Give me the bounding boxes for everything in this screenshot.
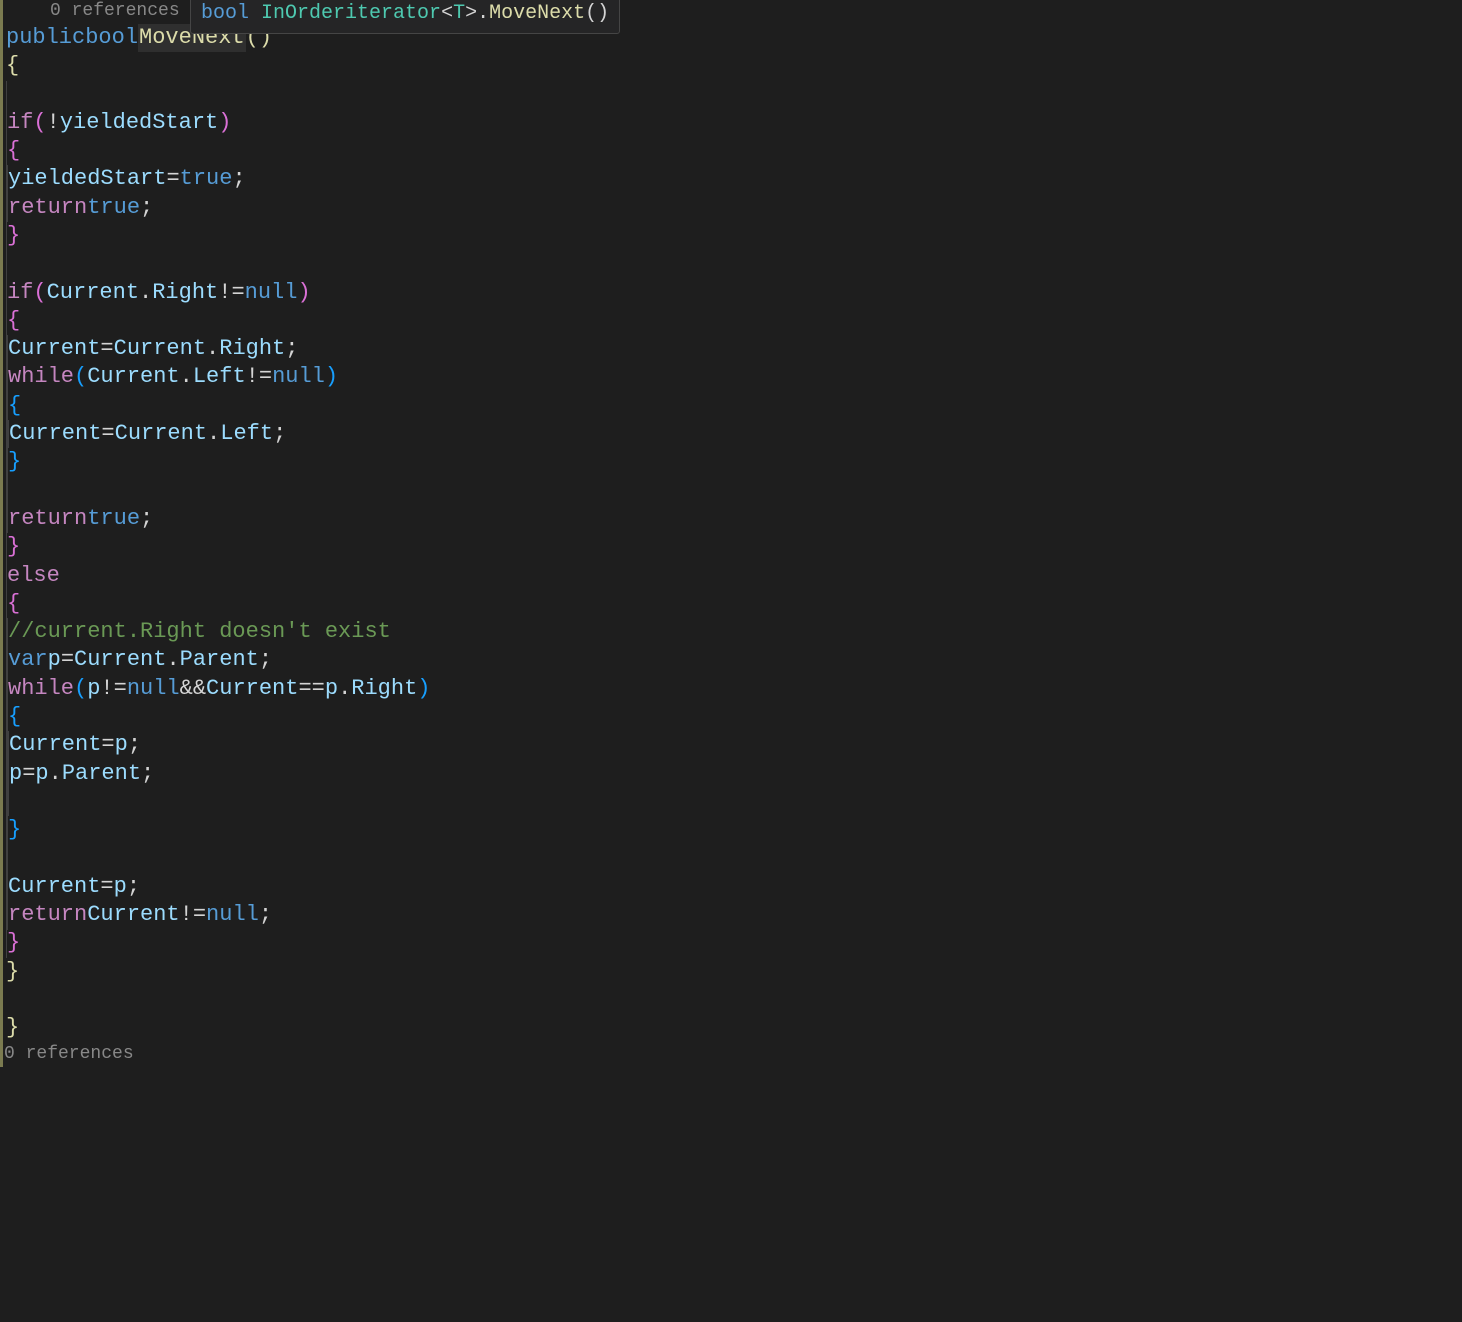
code-line[interactable]: } (0, 533, 1462, 561)
code-line[interactable]: var p = Current.Parent; (0, 647, 1462, 675)
code-line[interactable]: while(p != null && Current == p.Right) (0, 675, 1462, 703)
code-line[interactable] (0, 250, 1462, 278)
code-line[interactable]: { (0, 392, 1462, 420)
code-line[interactable]: { (0, 137, 1462, 165)
code-line[interactable]: Current = Current.Left; (0, 420, 1462, 448)
code-line[interactable]: else (0, 562, 1462, 590)
code-line[interactable]: Current = Current.Right; (0, 335, 1462, 363)
code-line[interactable]: } (0, 816, 1462, 844)
code-line[interactable]: return true; (0, 505, 1462, 533)
code-line[interactable]: if (Current.Right != null) (0, 279, 1462, 307)
code-line[interactable]: while(Current.Left != null) (0, 364, 1462, 392)
codelens-bottom[interactable]: 0 references (0, 1043, 1462, 1067)
code-line[interactable]: { (0, 307, 1462, 335)
code-line[interactable]: p = p.Parent; (0, 760, 1462, 788)
code-line[interactable]: } (0, 930, 1462, 958)
code-line[interactable] (0, 81, 1462, 109)
code-line[interactable]: Current = p; (0, 731, 1462, 759)
tooltip-type: InOrderiterator (261, 2, 441, 25)
code-line[interactable]: } (0, 958, 1462, 986)
code-line[interactable]: } (0, 222, 1462, 250)
code-line[interactable] (0, 986, 1462, 1014)
code-line[interactable]: return Current != null; (0, 901, 1462, 929)
code-line[interactable]: { (0, 703, 1462, 731)
code-line[interactable] (0, 788, 1462, 816)
code-line[interactable]: if(!yieldedStart) (0, 109, 1462, 137)
code-line[interactable]: } (0, 448, 1462, 476)
tooltip-method: MoveNext (489, 2, 585, 25)
code-line[interactable]: //current.Right doesn't exist (0, 618, 1462, 646)
comment: //current.Right doesn't exist (8, 618, 391, 647)
signature-tooltip: bool InOrderiterator<T>.MoveNext() (190, 0, 620, 34)
code-line[interactable]: return true; (0, 194, 1462, 222)
code-line[interactable]: } (0, 1014, 1462, 1042)
code-area[interactable]: 0 references public bool MoveNext() { if… (0, 0, 1462, 1067)
code-line[interactable]: { (0, 52, 1462, 80)
code-line[interactable]: yieldedStart = true; (0, 165, 1462, 193)
code-line[interactable] (0, 477, 1462, 505)
code-line[interactable]: { (0, 590, 1462, 618)
code-editor[interactable]: bool InOrderiterator<T>.MoveNext() 0 ref… (0, 0, 1462, 1067)
code-line[interactable] (0, 845, 1462, 873)
code-line[interactable]: Current = p; (0, 873, 1462, 901)
tooltip-keyword: bool (201, 2, 249, 25)
